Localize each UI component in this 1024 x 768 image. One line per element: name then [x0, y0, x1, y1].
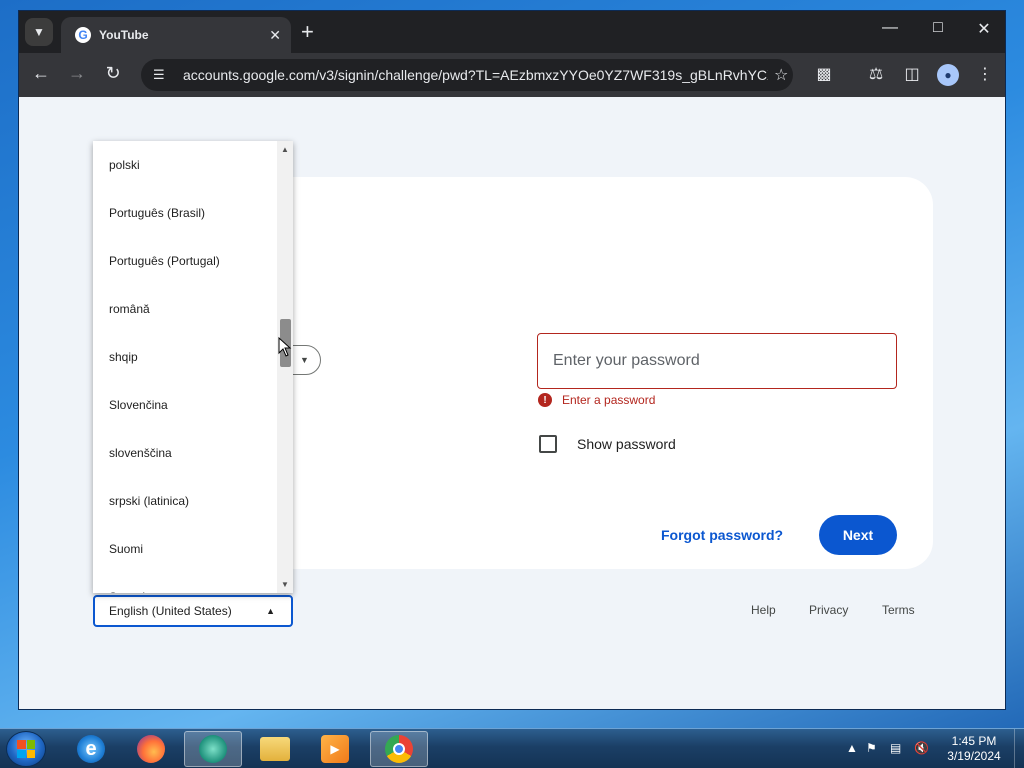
google-favicon-icon: G: [75, 27, 91, 43]
maximize-icon[interactable]: □: [915, 19, 961, 37]
forgot-password-link[interactable]: Forgot password?: [661, 527, 783, 543]
back-icon[interactable]: ←: [29, 63, 53, 84]
page-viewport: ▼ ! Enter a password Show password Forgo…: [19, 97, 1005, 709]
language-option[interactable]: srpski (latinica): [93, 477, 275, 525]
site-info-icon[interactable]: ☰: [153, 67, 173, 83]
media-player-icon[interactable]: ▶: [306, 731, 364, 767]
bookmark-star-icon[interactable]: ☆: [774, 65, 788, 85]
show-password-label[interactable]: Show password: [577, 436, 676, 452]
firefox-icon[interactable]: [122, 731, 180, 767]
windows-logo-icon: [17, 740, 35, 758]
close-window-icon[interactable]: ✕: [961, 19, 1007, 39]
chip-dropdown-icon: ▼: [300, 355, 309, 365]
language-option[interactable]: shqip: [93, 333, 275, 381]
action-center-flag-icon[interactable]: ⚑: [866, 741, 877, 755]
menu-kebab-icon[interactable]: ⋮: [974, 64, 996, 84]
language-option[interactable]: polski: [93, 141, 275, 189]
tray-expand-icon[interactable]: ▲: [846, 741, 858, 755]
side-panel-icon[interactable]: ◫: [901, 64, 923, 84]
reload-icon[interactable]: ↻: [101, 63, 125, 84]
caret-up-icon: ▲: [266, 606, 275, 616]
taskbar: e ▶ ▲ ⚑ ▤ 🔇 1:45 PM 3/19/2024: [0, 728, 1024, 768]
next-button[interactable]: Next: [819, 515, 897, 555]
language-select-value: English (United States): [109, 604, 232, 618]
password-input[interactable]: [553, 352, 883, 370]
dropdown-scrollbar[interactable]: ▲ ▼: [277, 141, 293, 593]
password-field[interactable]: [537, 333, 897, 389]
minimize-icon[interactable]: —: [867, 19, 913, 37]
address-url[interactable]: accounts.google.com/v3/signin/challenge/…: [183, 67, 768, 83]
language-option[interactable]: română: [93, 285, 275, 333]
volume-muted-icon[interactable]: 🔇: [914, 741, 929, 755]
help-link[interactable]: Help: [751, 603, 776, 617]
tab-title: YouTube: [99, 28, 149, 42]
scroll-down-icon[interactable]: ▼: [277, 580, 293, 589]
error-text: Enter a password: [562, 393, 656, 407]
tab-search-icon[interactable]: ▼: [25, 18, 53, 46]
extensions-icon[interactable]: ▩: [813, 64, 835, 84]
labs-flask-icon[interactable]: ⚖: [865, 64, 887, 84]
file-explorer-icon[interactable]: [246, 731, 304, 767]
error-icon: !: [538, 393, 552, 407]
taskbar-clock[interactable]: 1:45 PM 3/19/2024: [940, 734, 1008, 764]
privacy-link[interactable]: Privacy: [809, 603, 848, 617]
show-password[interactable]: Show password: [539, 435, 676, 453]
show-desktop-button[interactable]: [1014, 729, 1024, 768]
forward-icon[interactable]: →: [65, 63, 89, 84]
browser-window: ▼ G YouTube ✕ + — □ ✕ ← → ↻ ☰ accounts.g…: [18, 10, 1006, 710]
password-error: ! Enter a password: [538, 393, 655, 407]
network-icon[interactable]: ▤: [890, 741, 901, 755]
tab-youtube[interactable]: G YouTube ✕: [61, 17, 291, 53]
language-select[interactable]: English (United States) ▲: [93, 595, 293, 627]
show-password-checkbox[interactable]: [539, 435, 557, 453]
chat-app-icon[interactable]: [184, 731, 242, 767]
new-tab-icon[interactable]: +: [301, 20, 314, 44]
internet-explorer-icon[interactable]: e: [62, 731, 120, 767]
start-button[interactable]: [6, 731, 46, 767]
address-bar[interactable]: ☰ accounts.google.com/v3/signin/challeng…: [141, 59, 793, 91]
language-option[interactable]: slovenščina: [93, 429, 275, 477]
language-option[interactable]: Suomi: [93, 525, 275, 573]
mouse-cursor-icon: [278, 337, 292, 357]
language-option[interactable]: Slovenčina: [93, 381, 275, 429]
browser-toolbar: ← → ↻ ☰ accounts.google.com/v3/signin/ch…: [19, 53, 1005, 97]
chrome-icon[interactable]: [370, 731, 428, 767]
language-dropdown-list[interactable]: polski Português (Brasil) Português (Por…: [93, 141, 293, 593]
terms-link[interactable]: Terms: [882, 603, 915, 617]
language-option[interactable]: Português (Brasil): [93, 189, 275, 237]
scroll-up-icon[interactable]: ▲: [277, 145, 293, 154]
clock-time: 1:45 PM: [951, 734, 997, 748]
clock-date: 3/19/2024: [947, 749, 1001, 763]
tab-strip: ▼ G YouTube ✕ + — □ ✕: [19, 11, 1005, 53]
language-option[interactable]: Svenska: [93, 573, 275, 593]
tab-close-icon[interactable]: ✕: [269, 27, 281, 44]
language-option[interactable]: Português (Portugal): [93, 237, 275, 285]
profile-avatar-icon[interactable]: ●: [937, 64, 959, 86]
